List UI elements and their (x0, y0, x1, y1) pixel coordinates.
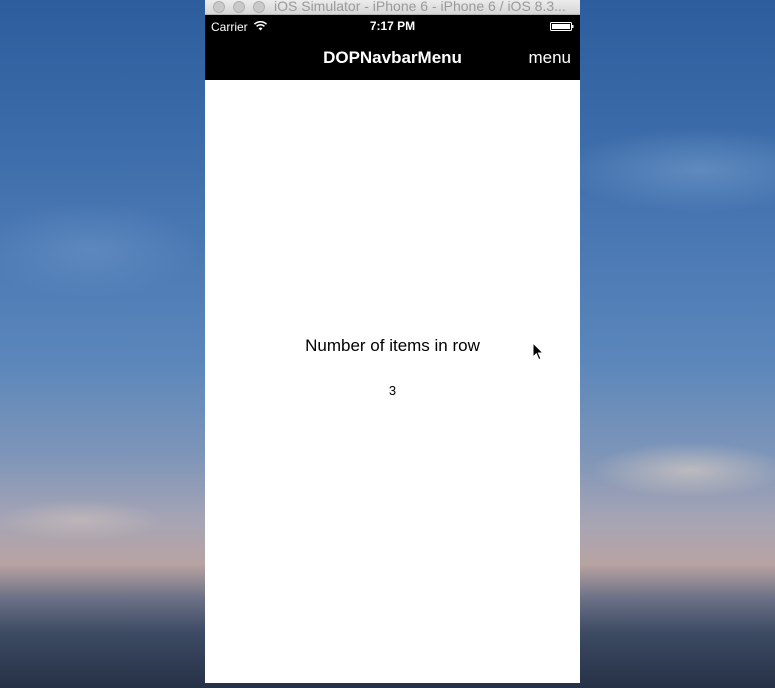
status-time: 7:17 PM (369, 19, 416, 33)
minimize-window-button[interactable] (233, 1, 245, 13)
simulator-window-title: iOS Simulator - iPhone 6 - iPhone 6 / iO… (274, 0, 566, 14)
close-window-button[interactable] (213, 1, 225, 13)
items-in-row-value: 3 (388, 383, 397, 398)
navbar-title: DOPNavbarMenu (323, 48, 462, 67)
items-in-row-label: Number of items in row (305, 336, 480, 355)
phone-screen: Carrier 7:17 PM DOPNavbarMenu menu Numbe… (205, 15, 580, 683)
simulator-titlebar[interactable]: iOS Simulator - iPhone 6 - iPhone 6 / iO… (205, 0, 580, 15)
mouse-pointer-icon (532, 342, 544, 361)
navigation-bar: Carrier 7:17 PM DOPNavbarMenu menu (205, 15, 580, 80)
menu-button[interactable]: menu (528, 49, 571, 67)
zoom-window-button[interactable] (253, 1, 265, 13)
battery-icon (550, 22, 574, 31)
